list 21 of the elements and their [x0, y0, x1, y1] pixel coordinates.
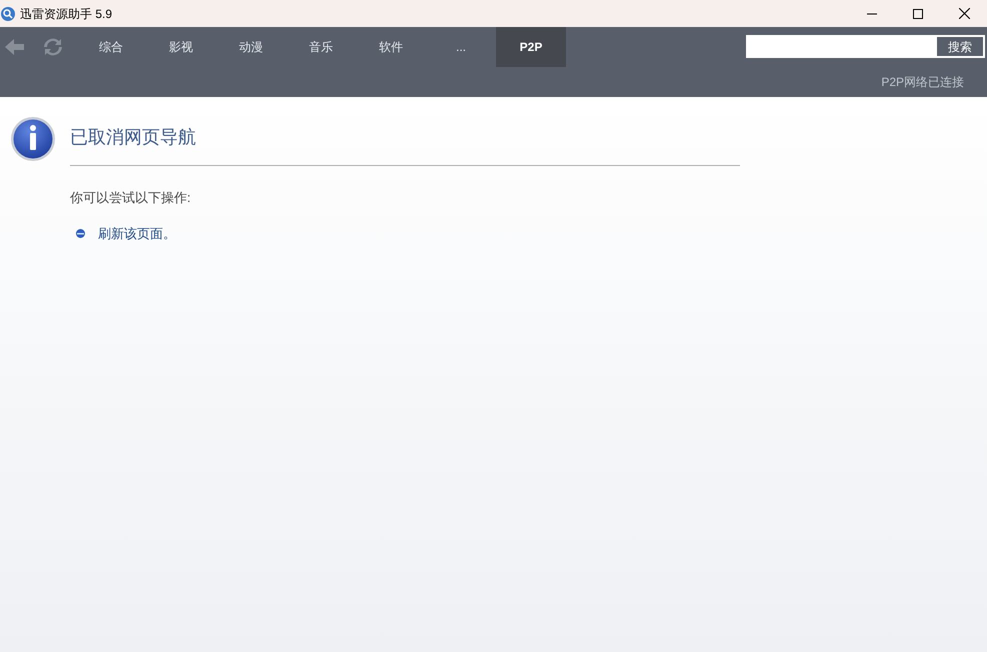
maximize-icon: [913, 8, 923, 18]
window-title: 迅雷资源助手 5.9: [20, 6, 112, 22]
nav-tab[interactable]: P2P: [496, 27, 566, 67]
nav-tab[interactable]: 音乐: [286, 27, 356, 67]
refresh-icon: [44, 38, 62, 56]
arrow-left-icon: [5, 38, 25, 56]
nav-tab[interactable]: ...: [426, 27, 496, 67]
connection-status: P2P网络已连接: [881, 74, 964, 91]
bullet-icon: [76, 228, 85, 238]
close-icon: [958, 8, 970, 19]
app-logo-icon: [1, 6, 15, 20]
nav-tab[interactable]: 软件: [356, 27, 426, 67]
nav-tab[interactable]: 影视: [146, 27, 216, 67]
refresh-link[interactable]: 刷新该页面。: [98, 224, 176, 243]
search-field[interactable]: 搜索: [746, 35, 985, 58]
intro-text: 你可以尝试以下操作:: [70, 189, 192, 207]
nav-tab[interactable]: 动漫: [216, 27, 286, 67]
page-heading: 已取消网页导航: [70, 126, 197, 149]
info-icon: [10, 116, 56, 162]
search-button[interactable]: 搜索: [937, 37, 983, 56]
nav-tab[interactable]: 综合: [76, 27, 146, 67]
